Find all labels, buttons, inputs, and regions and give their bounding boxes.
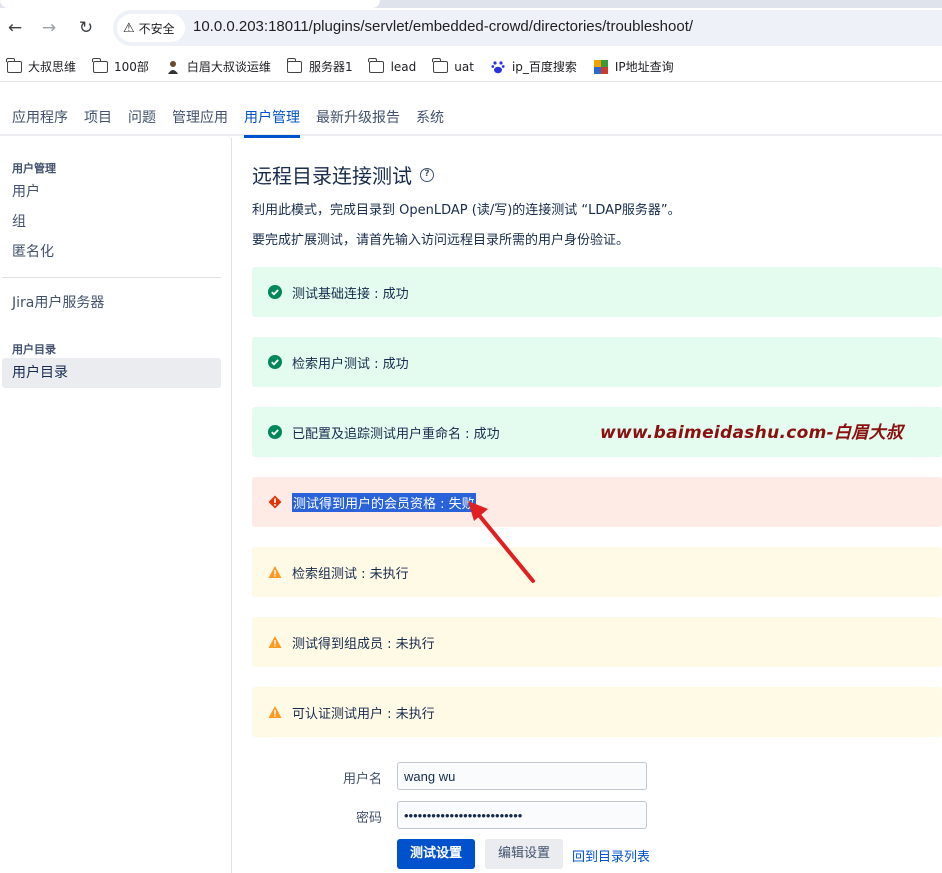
nav-user-management[interactable]: 用户管理	[244, 100, 300, 138]
description-line-1: 利用此模式，完成目录到 OpenLDAP (读/写)的连接测试 “LDAP服务器…	[252, 203, 681, 218]
url-text[interactable]: 10.0.0.203:18011/plugins/servlet/embedde…	[193, 18, 693, 35]
warning-icon	[268, 565, 282, 579]
sidebar-item-groups[interactable]: 组	[2, 207, 221, 237]
help-icon[interactable]: ?	[420, 167, 434, 182]
sidebar: 用户管理 用户 组 匿名化 Jira用户服务器 用户目录 用户目录	[0, 138, 232, 873]
nav-projects[interactable]: 项目	[84, 100, 112, 136]
success-check-icon	[268, 425, 282, 439]
bookmark-item[interactable]: 大叔思维	[5, 57, 76, 75]
edit-settings-button[interactable]: 编辑设置	[485, 839, 563, 869]
bookmark-item[interactable]: lead	[368, 57, 416, 74]
warning-icon	[268, 705, 282, 719]
test-settings-button[interactable]: 测试设置	[397, 839, 475, 869]
watermark-text: www.baimeidashu.com-白眉大叔	[600, 423, 904, 443]
username-input[interactable]	[397, 762, 647, 790]
folder-icon	[368, 57, 385, 74]
warning-triangle-icon: ⚠	[123, 20, 135, 36]
sidebar-heading-directories: 用户目录	[12, 343, 56, 356]
security-label: 不安全	[138, 21, 175, 36]
ip-icon	[593, 59, 609, 74]
nav-manage-apps[interactable]: 管理应用	[172, 100, 228, 136]
folder-icon	[286, 57, 303, 74]
page-title: 远程目录连接测试 ?	[252, 160, 434, 189]
result-user-membership: 测试得到用户的会员资格 : 失败	[252, 477, 942, 527]
nav-issues[interactable]: 问题	[128, 100, 156, 136]
result-group-members: 测试得到组成员 : 未执行	[252, 617, 942, 667]
sidebar-heading-user-management: 用户管理	[12, 162, 56, 175]
username-label: 用户名	[342, 772, 382, 787]
bookmark-item[interactable]: 白眉大叔谈运维	[165, 58, 271, 75]
address-bar[interactable]: ⚠ 不安全 10.0.0.203:18011/plugins/servlet/e…	[113, 10, 942, 46]
person-icon	[165, 60, 181, 74]
bookmark-item[interactable]: IP地址查询	[593, 58, 674, 75]
success-check-icon	[268, 285, 282, 299]
result-user-search: 检索用户测试 : 成功	[252, 337, 942, 387]
bookmark-item[interactable]: ip_百度搜索	[490, 58, 577, 75]
browser-toolbar: ← → ↻ ⚠ 不安全 10.0.0.203:18011/plugins/ser…	[0, 0, 942, 52]
nav-system[interactable]: 系统	[416, 100, 444, 136]
sidebar-item-directories[interactable]: 用户目录	[2, 358, 221, 388]
back-to-directories-link[interactable]: 回到目录列表	[572, 846, 650, 865]
bookmark-item[interactable]: 服务器1	[286, 57, 353, 75]
sidebar-item-users[interactable]: 用户	[2, 177, 221, 207]
security-chip[interactable]: ⚠ 不安全	[117, 14, 185, 42]
bookmark-item[interactable]: uat	[432, 57, 474, 74]
nav-applications[interactable]: 应用程序	[12, 100, 68, 136]
result-group-search: 检索组测试 : 未执行	[252, 547, 942, 597]
folder-icon	[5, 57, 22, 74]
nav-upgrade-report[interactable]: 最新升级报告	[316, 100, 400, 136]
folder-icon	[91, 57, 108, 74]
password-input[interactable]	[397, 801, 647, 829]
sidebar-item-anonymize[interactable]: 匿名化	[2, 237, 221, 267]
error-icon	[268, 495, 282, 509]
sidebar-item-jira-servers[interactable]: Jira用户服务器	[2, 288, 221, 318]
tab-strip	[0, 0, 942, 8]
back-button[interactable]: ←	[4, 17, 26, 39]
password-label: 密码	[355, 811, 382, 826]
warning-icon	[268, 635, 282, 649]
sidebar-divider	[2, 277, 221, 278]
folder-icon	[432, 57, 448, 74]
admin-nav: 应用程序 项目 问题 管理应用 用户管理 最新升级报告 系统	[0, 100, 942, 138]
result-basic-connection: 测试基础连接 : 成功	[252, 267, 942, 317]
forward-button[interactable]: →	[38, 17, 60, 39]
success-check-icon	[268, 355, 282, 369]
result-authenticate-user: 可认证测试用户 : 未执行	[252, 687, 942, 737]
reload-button[interactable]: ↻	[75, 17, 97, 39]
baidu-icon	[490, 60, 506, 74]
description-line-2: 要完成扩展测试，请首先输入访问远程目录所需的用户身份验证。	[252, 233, 630, 248]
bookmarks-bar: 大叔思维 100部 白眉大叔谈运维 服务器1 lead uat ip_百度搜索 …	[0, 52, 942, 82]
bookmark-item[interactable]: 100部	[91, 57, 149, 75]
